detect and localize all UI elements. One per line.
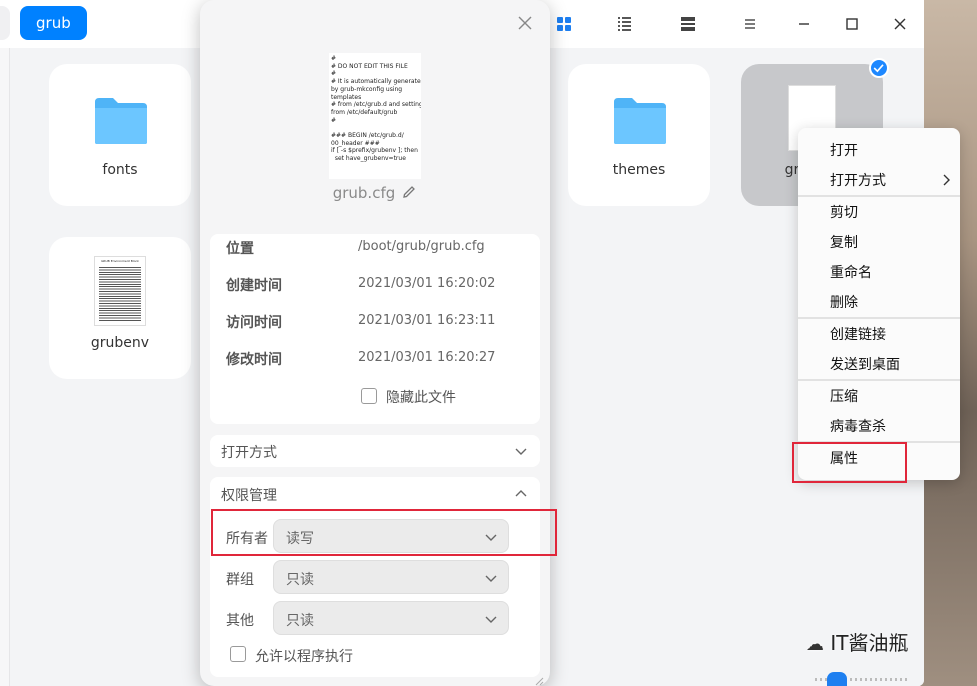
- highlight-box-properties: [792, 442, 907, 483]
- close-icon[interactable]: [516, 14, 534, 32]
- highlight-box-owner: [211, 509, 557, 556]
- file-item-grubenv[interactable]: GRUB Environment Block grubenv: [49, 237, 191, 379]
- watermark-text: IT酱油瓶: [830, 631, 909, 655]
- maximize-icon[interactable]: [840, 12, 864, 36]
- allow-exec-label: 允许以程序执行: [255, 649, 353, 665]
- permission-label-other: 其他: [226, 613, 254, 629]
- file-name-display[interactable]: grub.cfg: [200, 184, 550, 202]
- menu-separator: [798, 379, 960, 381]
- menu-item-create-link[interactable]: 创建链接: [830, 324, 886, 344]
- chevron-down-icon: [515, 448, 527, 455]
- menu-icon[interactable]: [738, 12, 762, 36]
- menu-item-compress[interactable]: 压缩: [830, 386, 858, 406]
- section-title: 权限管理: [221, 488, 277, 504]
- wechat-icon: ☁: [806, 634, 824, 655]
- file-preview: # # DO NOT EDIT THIS FILE # # It is auto…: [329, 53, 421, 179]
- allow-exec-checkbox[interactable]: [230, 646, 246, 662]
- list-view-icon[interactable]: [612, 12, 636, 36]
- menu-item-virus-scan[interactable]: 病毒查杀: [830, 416, 886, 436]
- file-item-fonts[interactable]: fonts: [49, 64, 191, 206]
- permission-label-group: 群组: [226, 572, 254, 588]
- chevron-right-icon: [943, 174, 950, 186]
- watermark: ☁ IT酱油瓶: [806, 627, 908, 656]
- info-key: 创建时间: [226, 278, 282, 294]
- file-thumbnail: GRUB Environment Block: [95, 257, 145, 325]
- info-value: 2021/03/01 16:20:27: [358, 350, 496, 365]
- resize-grip-icon[interactable]: [534, 674, 544, 686]
- close-icon[interactable]: [888, 12, 912, 36]
- hide-file-label: 隐藏此文件: [386, 390, 456, 406]
- basic-info-card: 位置 /boot/grub/grub.cfg 创建时间 2021/03/01 1…: [210, 234, 540, 424]
- breadcrumb-current[interactable]: grub: [20, 6, 87, 40]
- group-permission-select[interactable]: 只读: [273, 560, 509, 594]
- folder-icon: [614, 98, 666, 144]
- info-key: 位置: [226, 241, 254, 257]
- file-name: fonts: [102, 162, 138, 178]
- file-name: grubenv: [90, 335, 150, 351]
- chevron-down-icon: [485, 616, 497, 623]
- info-value: 2021/03/01 16:23:11: [358, 313, 496, 328]
- select-value: 只读: [286, 572, 314, 588]
- info-value: /boot/grub/grub.cfg: [358, 239, 485, 254]
- menu-item-cut[interactable]: 剪切: [830, 202, 858, 222]
- section-title: 打开方式: [221, 445, 277, 461]
- menu-separator: [798, 317, 960, 319]
- chevron-down-icon: [485, 575, 497, 582]
- info-key: 访问时间: [226, 315, 282, 331]
- other-permission-select[interactable]: 只读: [273, 601, 509, 635]
- grid-view-icon[interactable]: [552, 12, 576, 36]
- menu-separator: [798, 195, 960, 197]
- properties-dialog: # # DO NOT EDIT THIS FILE # # It is auto…: [200, 0, 550, 686]
- edit-pencil-icon[interactable]: [401, 184, 417, 200]
- context-menu: 打开 打开方式 剪切 复制 重命名 删除 创建链接 发送到桌面 压缩 病毒查杀 …: [798, 128, 960, 480]
- menu-item-delete[interactable]: 删除: [830, 292, 858, 312]
- selected-check-icon: [869, 58, 889, 78]
- breadcrumb-previous[interactable]: [0, 6, 10, 40]
- detail-view-icon[interactable]: [676, 12, 700, 36]
- info-key: 修改时间: [226, 352, 282, 368]
- info-value: 2021/03/01 16:20:02: [358, 276, 496, 291]
- file-name: themes: [612, 162, 666, 178]
- select-value: 只读: [286, 613, 314, 629]
- menu-item-copy[interactable]: 复制: [830, 232, 858, 252]
- menu-item-rename[interactable]: 重命名: [830, 262, 872, 282]
- open-with-section[interactable]: 打开方式: [210, 435, 540, 467]
- thumbnail-title: GRUB Environment Block: [101, 259, 139, 263]
- menu-item-open[interactable]: 打开: [830, 140, 858, 160]
- zoom-slider[interactable]: [815, 672, 907, 686]
- folder-icon: [95, 98, 147, 144]
- file-name-text: grub.cfg: [332, 184, 396, 202]
- minimize-icon[interactable]: [792, 12, 816, 36]
- menu-item-send-to-desktop[interactable]: 发送到桌面: [830, 354, 900, 374]
- sidebar-edge: [0, 48, 10, 686]
- file-item-themes[interactable]: themes: [568, 64, 710, 206]
- permissions-section: 权限管理 所有者 读写 群组 只读 其他 只读 允许以程序执行: [210, 477, 540, 677]
- hide-file-checkbox[interactable]: [361, 388, 377, 404]
- chevron-up-icon[interactable]: [514, 487, 528, 501]
- menu-item-open-with[interactable]: 打开方式: [830, 170, 886, 190]
